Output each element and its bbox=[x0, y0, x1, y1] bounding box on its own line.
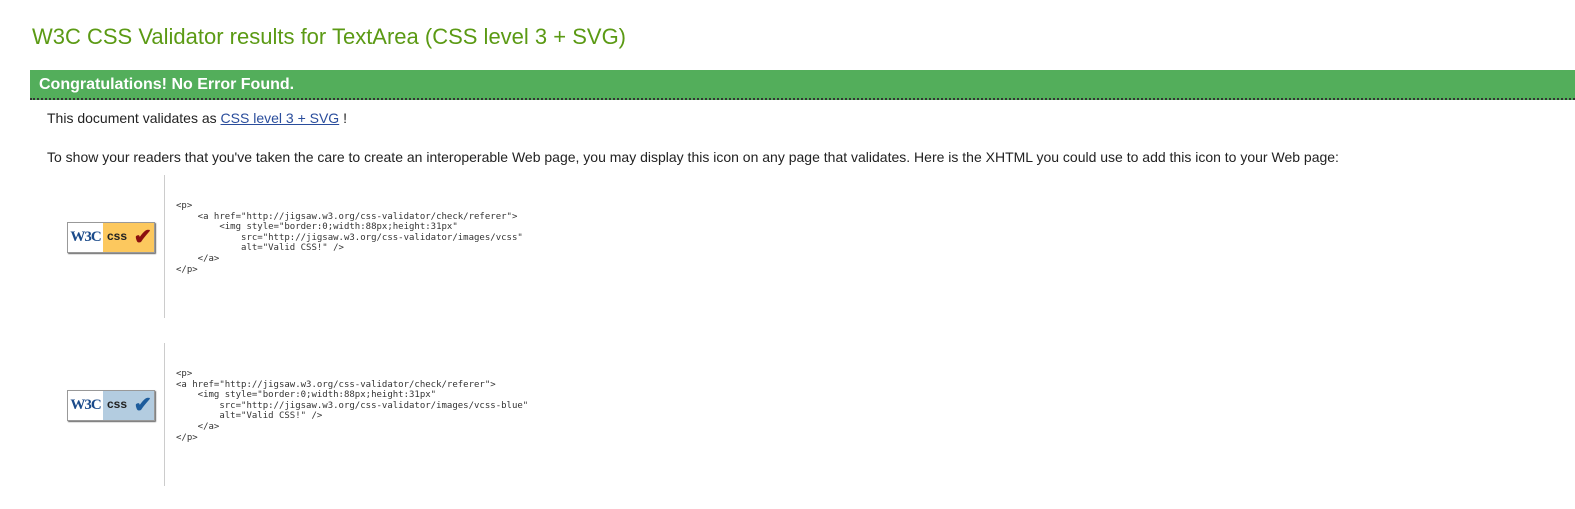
valid-css-blue-badge: W3C css ✔ bbox=[67, 390, 155, 421]
css-label: css ✔ bbox=[103, 223, 154, 252]
w3c-logo: W3C bbox=[68, 223, 103, 252]
code-snippet-blue: <p> <a href="http://jigsaw.w3.org/css-va… bbox=[176, 369, 529, 443]
icon-info-text: To show your readers that you've taken t… bbox=[47, 149, 1339, 165]
validates-suffix: ! bbox=[339, 110, 347, 126]
css-text: css bbox=[107, 397, 128, 411]
checkmark-icon: ✔ bbox=[133, 392, 152, 417]
w3c-logo: W3C bbox=[68, 391, 103, 420]
success-banner: Congratulations! No Error Found. bbox=[30, 70, 1575, 100]
code-block-blue: <p> <a href="http://jigsaw.w3.org/css-va… bbox=[164, 343, 528, 486]
css-text: css bbox=[107, 229, 128, 243]
page-title: W3C CSS Validator results for TextArea (… bbox=[32, 24, 627, 49]
code-snippet-gold: <p> <a href="http://jigsaw.w3.org/css-va… bbox=[176, 201, 523, 275]
validates-text: This document validates as CSS level 3 +… bbox=[47, 110, 347, 126]
valid-css-gold-badge: W3C css ✔ bbox=[67, 222, 155, 253]
css-profile-link[interactable]: CSS level 3 + SVG bbox=[221, 110, 340, 126]
code-block-gold: <p> <a href="http://jigsaw.w3.org/css-va… bbox=[164, 175, 523, 318]
css-label: css ✔ bbox=[103, 391, 154, 420]
success-message: Congratulations! No Error Found. bbox=[39, 76, 295, 93]
checkmark-icon: ✔ bbox=[133, 224, 152, 249]
validates-prefix: This document validates as bbox=[47, 110, 221, 126]
